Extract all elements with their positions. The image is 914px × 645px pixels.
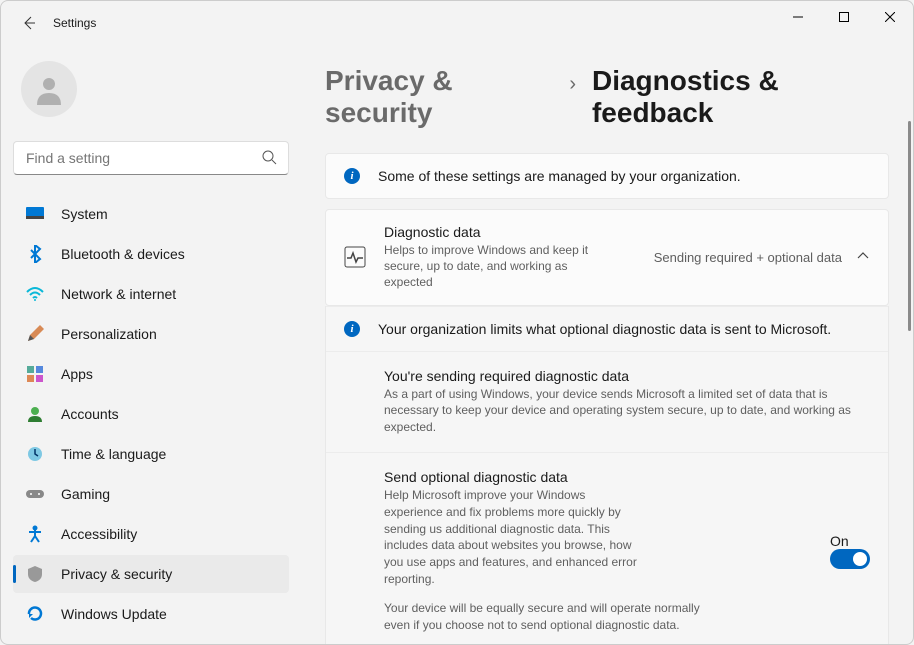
nav-label: Privacy & security: [61, 566, 172, 582]
diag-desc: Helps to improve Windows and keep it sec…: [384, 242, 604, 291]
nav-label: Personalization: [61, 326, 157, 342]
org-limit-text: Your organization limits what optional d…: [378, 321, 831, 337]
gaming-icon: [25, 484, 45, 504]
nav-network[interactable]: Network & internet: [13, 275, 289, 313]
nav-label: Network & internet: [61, 286, 176, 302]
nav-bluetooth[interactable]: Bluetooth & devices: [13, 235, 289, 273]
optional-title: Send optional diagnostic data: [384, 469, 812, 485]
main-content: Privacy & security › Diagnostics & feedb…: [301, 45, 913, 644]
heartbeat-icon: [344, 246, 366, 268]
nav-privacy[interactable]: Privacy & security: [13, 555, 289, 593]
diagnostic-expanded: i Your organization limits what optional…: [325, 306, 889, 644]
org-banner: i Some of these settings are managed by …: [325, 153, 889, 199]
brush-icon: [25, 324, 45, 344]
nav-system[interactable]: System: [13, 195, 289, 233]
nav-label: Windows Update: [61, 606, 167, 622]
diag-title: Diagnostic data: [384, 224, 636, 240]
banner-text: Some of these settings are managed by yo…: [378, 168, 741, 184]
search-input[interactable]: [13, 141, 289, 175]
clock-icon: [25, 444, 45, 464]
nav-label: Apps: [61, 366, 93, 382]
back-button[interactable]: [9, 1, 49, 45]
info-icon: i: [344, 321, 360, 337]
apps-icon: [25, 364, 45, 384]
scrollbar[interactable]: [908, 121, 911, 331]
user-avatar[interactable]: [21, 61, 77, 117]
nav-label: Accounts: [61, 406, 119, 422]
maximize-button[interactable]: [821, 1, 867, 33]
minimize-button[interactable]: [775, 1, 821, 33]
page-title: Diagnostics & feedback: [592, 65, 889, 129]
update-icon: [25, 604, 45, 624]
sidebar: System Bluetooth & devices Network & int…: [1, 45, 301, 644]
required-title: You're sending required diagnostic data: [384, 368, 870, 384]
breadcrumb: Privacy & security › Diagnostics & feedb…: [325, 65, 889, 129]
nav-label: System: [61, 206, 108, 222]
diag-status: Sending required + optional data: [654, 250, 842, 265]
system-icon: [25, 204, 45, 224]
nav-label: Gaming: [61, 486, 110, 502]
optional-toggle[interactable]: [830, 549, 870, 569]
person-icon: [33, 73, 65, 105]
breadcrumb-separator: ›: [569, 73, 576, 96]
optional-desc2: Your device will be equally secure and w…: [384, 600, 704, 634]
shield-icon: [25, 564, 45, 584]
nav-label: Time & language: [61, 446, 166, 462]
breadcrumb-parent[interactable]: Privacy & security: [325, 65, 553, 129]
back-arrow-icon: [21, 15, 37, 31]
nav-accounts[interactable]: Accounts: [13, 395, 289, 433]
required-diag-row: You're sending required diagnostic data …: [326, 351, 888, 452]
nav-accessibility[interactable]: Accessibility: [13, 515, 289, 553]
app-title: Settings: [53, 16, 96, 30]
nav-label: Bluetooth & devices: [61, 246, 185, 262]
nav-label: Accessibility: [61, 526, 137, 542]
nav-personalization[interactable]: Personalization: [13, 315, 289, 353]
accessibility-icon: [25, 524, 45, 544]
diagnostic-data-expander[interactable]: Diagnostic data Helps to improve Windows…: [325, 209, 889, 306]
org-limit-row: i Your organization limits what optional…: [326, 306, 888, 351]
window-controls: [775, 1, 913, 33]
search-wrap: [13, 141, 289, 175]
close-button[interactable]: [867, 1, 913, 33]
chevron-up-icon: [856, 249, 870, 266]
optional-diag-row: Send optional diagnostic data Help Micro…: [326, 452, 888, 644]
nav-update[interactable]: Windows Update: [13, 595, 289, 633]
info-icon: i: [344, 168, 360, 184]
account-icon: [25, 404, 45, 424]
required-desc: As a part of using Windows, your device …: [384, 386, 864, 436]
search-icon: [261, 149, 277, 168]
nav-gaming[interactable]: Gaming: [13, 475, 289, 513]
optional-desc: Help Microsoft improve your Windows expe…: [384, 487, 644, 588]
wifi-icon: [25, 284, 45, 304]
bluetooth-icon: [25, 244, 45, 264]
optional-state: On: [830, 533, 849, 549]
nav-apps[interactable]: Apps: [13, 355, 289, 393]
nav-time[interactable]: Time & language: [13, 435, 289, 473]
